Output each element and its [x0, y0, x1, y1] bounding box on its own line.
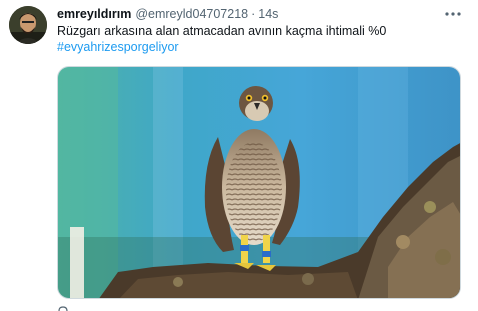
- separator-dot: ·: [251, 7, 256, 21]
- timestamp[interactable]: 14s: [258, 6, 278, 22]
- user-handle[interactable]: @emreyld04707218: [135, 6, 248, 22]
- hawk-photo: [58, 67, 460, 298]
- reply-icon: [58, 306, 68, 311]
- tweet-media-image[interactable]: [57, 66, 461, 299]
- hashtag-link[interactable]: #evyahrizesporgeliyor: [57, 40, 179, 55]
- tweet-header: emreyıldırım @emreyld04707218 · 14s: [57, 6, 278, 22]
- more-horizontal-icon: [445, 12, 461, 16]
- reply-button[interactable]: [57, 304, 69, 311]
- more-options-button[interactable]: [442, 5, 464, 23]
- tweet: emreyıldırım @emreyld04707218 · 14s Rüzg…: [0, 0, 478, 311]
- tweet-text: Rüzgarı arkasına alan atmacadan avının k…: [57, 24, 387, 38]
- avatar[interactable]: [9, 6, 47, 44]
- display-name[interactable]: emreyıldırım: [57, 6, 131, 22]
- avatar-image: [9, 6, 47, 44]
